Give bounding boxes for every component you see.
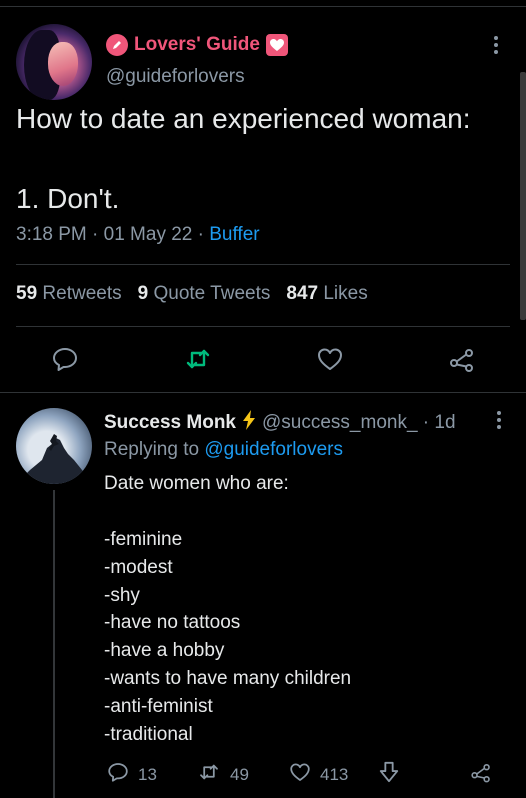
replying-to: Replying to @guideforlovers: [104, 439, 343, 461]
reply-author-avatar[interactable]: [16, 408, 92, 484]
tweet-stats: 59 Retweets 9 Quote Tweets 847 Likes: [16, 283, 368, 305]
share-icon[interactable]: [447, 344, 477, 374]
reply-author-name[interactable]: Success Monk: [104, 412, 236, 434]
divider: [16, 326, 510, 327]
author-handle[interactable]: @guideforlovers: [106, 66, 245, 88]
author-avatar[interactable]: [16, 24, 92, 100]
divider: [16, 264, 510, 265]
likes-label: Likes: [323, 283, 368, 304]
reply-share-button[interactable]: [468, 760, 494, 789]
author-name-row: Lovers' Guide: [106, 34, 288, 56]
reply-retweet-button[interactable]: 49: [196, 760, 249, 789]
reply-text-line: -modest: [104, 556, 173, 578]
reply-text-line: -have a hobby: [104, 640, 225, 662]
thread-line: [53, 490, 55, 798]
reply-like-count: 413: [320, 764, 349, 784]
quote-tweets-count: 9: [137, 283, 149, 304]
tweet-text-line2: 1. Don't.: [16, 183, 120, 214]
lightning-icon: [240, 409, 258, 437]
reply-text-line: -anti-feminist: [104, 696, 213, 718]
quote-tweets-label: Quote Tweets: [153, 283, 271, 304]
reply-text-line: -wants to have many children: [104, 668, 352, 690]
reply-vote-button[interactable]: [378, 760, 400, 789]
replying-to-mention[interactable]: @guideforlovers: [204, 439, 343, 460]
share-icon: [468, 760, 494, 789]
scrollbar[interactable]: [520, 72, 526, 320]
reply-retweet-count: 49: [230, 764, 249, 784]
like-icon: [288, 760, 312, 789]
retweet-icon: [196, 760, 222, 789]
tweet-source-link[interactable]: Buffer: [209, 224, 259, 245]
reply-reply-button[interactable]: 13: [106, 760, 157, 789]
reply-header: Success Monk @success_monk_ · 1d: [104, 409, 456, 437]
reply-text-line: -traditional: [104, 724, 193, 746]
reply-icon: [106, 760, 130, 789]
replying-to-prefix: Replying to: [104, 439, 205, 460]
reply-icon[interactable]: [50, 344, 80, 374]
reply-text-line: -shy: [104, 584, 140, 606]
retweets-label: Retweets: [42, 283, 122, 304]
reply-text: Date women who are: -feminine -modest -s…: [104, 470, 351, 749]
retweets-count: 59: [16, 283, 38, 304]
heart-badge-icon: [265, 34, 288, 56]
reply-author-handle[interactable]: @success_monk_ · 1d: [262, 412, 456, 434]
pen-icon: [106, 34, 128, 56]
reply-text-line: [104, 498, 351, 526]
divider: [0, 392, 526, 393]
top-divider: [0, 6, 526, 7]
tweet-text-line1: How to date an experienced woman:: [16, 103, 471, 134]
more-options-icon[interactable]: [486, 36, 506, 60]
reply-like-button[interactable]: 413: [288, 760, 348, 789]
like-icon[interactable]: [315, 344, 345, 374]
reply-text-line: -feminine: [104, 528, 183, 550]
reply-reply-count: 13: [138, 764, 157, 784]
tweet-meta: 3:18 PM · 01 May 22 · Buffer: [16, 224, 260, 246]
reply-more-options-icon[interactable]: [496, 411, 502, 435]
quote-tweets-stat[interactable]: 9 Quote Tweets: [138, 283, 271, 305]
retweets-stat[interactable]: 59 Retweets: [16, 283, 122, 305]
reply-text-line: -have no tattoos: [104, 612, 241, 634]
tweet-timestamp[interactable]: 3:18 PM · 01 May 22 ·: [16, 224, 209, 245]
downvote-arrow-icon: [378, 760, 400, 789]
retweet-icon[interactable]: [183, 344, 213, 374]
likes-stat[interactable]: 847 Likes: [286, 283, 367, 305]
reply-text-line: Date women who are:: [104, 473, 289, 494]
likes-count: 847: [286, 283, 319, 304]
author-display-name[interactable]: Lovers' Guide: [134, 34, 260, 56]
